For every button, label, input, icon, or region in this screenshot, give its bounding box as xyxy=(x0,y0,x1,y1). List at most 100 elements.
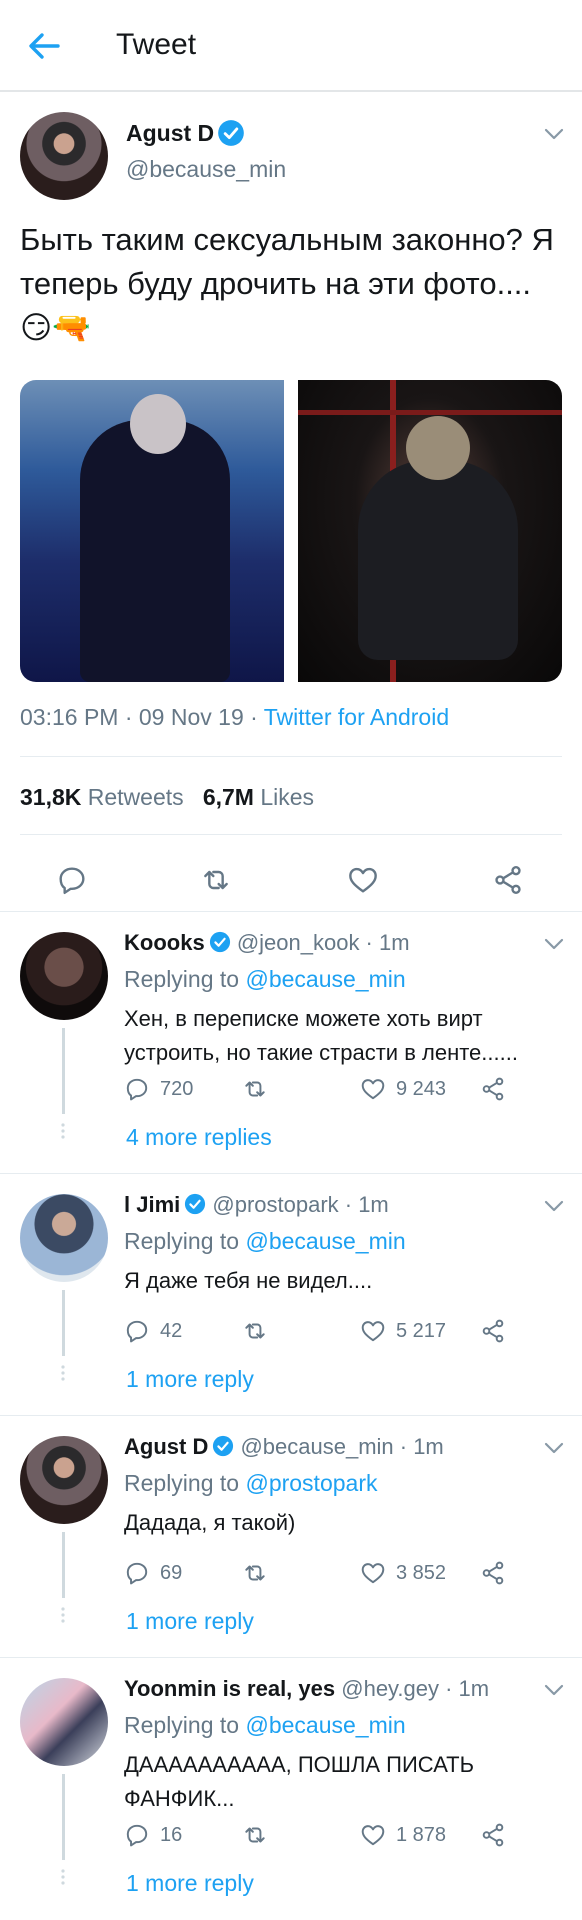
reply-button[interactable]: 16 xyxy=(124,1818,182,1852)
share-icon[interactable] xyxy=(492,864,524,896)
top-bar: Tweet xyxy=(0,0,582,92)
share-button[interactable] xyxy=(480,1818,516,1852)
reply-tweet[interactable]: l Jimi @prostopark · 1m Replying to @bec… xyxy=(0,1174,582,1416)
divider xyxy=(20,834,562,835)
reply-text: ДАААААААААА, ПОШЛА ПИСАТЬ ФАНФИК... xyxy=(124,1752,475,1811)
share-button[interactable] xyxy=(480,1314,516,1348)
avatar[interactable] xyxy=(20,932,108,1020)
retweet-button[interactable] xyxy=(242,1818,278,1852)
avatar[interactable] xyxy=(20,1436,108,1524)
reply-tweet[interactable]: Koooks @jeon_kook · 1m Replying to @beca… xyxy=(0,912,582,1174)
more-replies-link[interactable]: 1 more reply xyxy=(126,1870,254,1897)
stage-light xyxy=(298,410,562,415)
retweet-button[interactable] xyxy=(242,1314,278,1348)
reply-header: Koooks @jeon_kook · 1m xyxy=(124,930,410,956)
retweets-count[interactable]: 31,8K xyxy=(20,784,81,810)
photo-figure xyxy=(80,420,230,682)
reply-icon xyxy=(126,1320,148,1343)
reply-actions: 42 5 217 xyxy=(124,1314,564,1348)
like-count: 5 217 xyxy=(396,1319,447,1342)
back-arrow-icon[interactable] xyxy=(24,26,64,66)
reply-handle-time[interactable]: @jeon_kook · 1m xyxy=(237,930,410,955)
replying-to-handle[interactable]: @prostopark xyxy=(245,1470,377,1496)
photo-left[interactable] xyxy=(20,380,284,682)
chevron-down-icon[interactable] xyxy=(542,122,566,146)
replying-to-handle[interactable]: @because_min xyxy=(245,1228,405,1254)
share-icon xyxy=(482,1077,504,1101)
reply-button[interactable]: 720 xyxy=(124,1072,193,1106)
like-button[interactable]: 1 878 xyxy=(360,1818,446,1852)
retweet-icon xyxy=(245,1323,265,1339)
tweet-text: Быть таким сексуальным законно? Я теперь… xyxy=(20,222,554,345)
share-icon xyxy=(482,1823,504,1847)
likes-label[interactable]: Likes xyxy=(260,784,314,810)
photo-right[interactable] xyxy=(298,380,562,682)
replying-to-label: Replying to xyxy=(124,1228,246,1254)
photo-figure-head xyxy=(406,416,470,480)
more-replies-link[interactable]: 4 more replies xyxy=(126,1124,272,1151)
replying-to-label: Replying to xyxy=(124,1470,246,1496)
reply-header: l Jimi @prostopark · 1m xyxy=(124,1192,389,1218)
more-replies-link[interactable]: 1 more reply xyxy=(126,1366,254,1393)
reply-count: 69 xyxy=(160,1561,183,1584)
reply-handle-time[interactable]: @hey.gey · 1m xyxy=(341,1676,489,1701)
avatar[interactable] xyxy=(20,1194,108,1282)
likes-count[interactable]: 6,7M xyxy=(203,784,254,810)
tweet-stats: 31,8K Retweets 6,7M Likes xyxy=(20,784,314,811)
tweet-media[interactable] xyxy=(20,380,562,682)
share-button[interactable] xyxy=(480,1072,516,1106)
photo-figure-head xyxy=(130,394,186,454)
reply-tweet[interactable]: Yoonmin is real, yes @hey.gey · 1m Reply… xyxy=(0,1658,582,1920)
reply-icon xyxy=(126,1824,148,1847)
like-button[interactable]: 3 852 xyxy=(360,1556,446,1590)
reply-button[interactable]: 69 xyxy=(124,1556,182,1590)
verified-badge-icon xyxy=(209,931,230,953)
reply-icon[interactable] xyxy=(56,864,88,896)
chevron-down-icon[interactable] xyxy=(542,1194,566,1218)
chevron-down-icon[interactable] xyxy=(542,932,566,956)
reply-handle-time[interactable]: @because_min · 1m xyxy=(240,1434,443,1459)
share-button[interactable] xyxy=(480,1556,516,1590)
retweet-button[interactable] xyxy=(242,1556,278,1590)
thread-dots-icon xyxy=(61,1123,65,1139)
reply-actions: 69 3 852 xyxy=(124,1556,564,1590)
thread-line xyxy=(62,1774,65,1860)
reply-count: 720 xyxy=(160,1077,194,1100)
replying-to-handle[interactable]: @because_min xyxy=(245,1712,405,1738)
reply-button[interactable]: 42 xyxy=(124,1314,182,1348)
like-heart-icon xyxy=(361,1079,385,1100)
reply-count: 16 xyxy=(160,1823,183,1846)
like-heart-icon[interactable] xyxy=(347,864,379,896)
reply-author-name[interactable]: l Jimi xyxy=(124,1192,180,1217)
replying-to-handle[interactable]: @because_min xyxy=(245,966,405,992)
thread-line xyxy=(62,1028,65,1114)
share-icon xyxy=(482,1319,504,1343)
like-button[interactable]: 5 217 xyxy=(360,1314,446,1348)
tweet-source-link[interactable]: Twitter for Android xyxy=(264,704,449,730)
retweet-button[interactable] xyxy=(242,1072,278,1106)
reply-header: Yoonmin is real, yes @hey.gey · 1m xyxy=(124,1676,489,1702)
more-replies-link[interactable]: 1 more reply xyxy=(126,1608,254,1635)
reply-author-name[interactable]: Agust D xyxy=(124,1434,208,1459)
tweet-actions xyxy=(0,852,582,908)
replying-to-label: Replying to xyxy=(124,966,246,992)
like-count: 3 852 xyxy=(396,1561,447,1584)
avatar[interactable] xyxy=(20,112,108,200)
like-heart-icon xyxy=(361,1563,385,1584)
retweet-icon xyxy=(245,1827,265,1843)
author-name[interactable]: Agust D xyxy=(126,120,214,147)
reply-tweet[interactable]: Agust D @because_min · 1m Replying to @p… xyxy=(0,1416,582,1658)
reply-author-name[interactable]: Yoonmin is real, yes xyxy=(124,1676,335,1701)
verified-badge-icon xyxy=(213,1435,234,1457)
retweets-label[interactable]: Retweets xyxy=(88,784,184,810)
like-button[interactable]: 9 243 xyxy=(360,1072,446,1106)
reply-author-name[interactable]: Koooks xyxy=(124,930,205,955)
retweet-icon[interactable] xyxy=(200,864,232,896)
avatar[interactable] xyxy=(20,1678,108,1766)
chevron-down-icon[interactable] xyxy=(542,1678,566,1702)
like-count: 1 878 xyxy=(396,1823,447,1846)
reply-handle-time[interactable]: @prostopark · 1m xyxy=(212,1192,388,1217)
chevron-down-icon[interactable] xyxy=(542,1436,566,1460)
reply-text: Я даже тебя не видел.... xyxy=(124,1268,373,1293)
author-handle[interactable]: @because_min xyxy=(126,156,286,183)
